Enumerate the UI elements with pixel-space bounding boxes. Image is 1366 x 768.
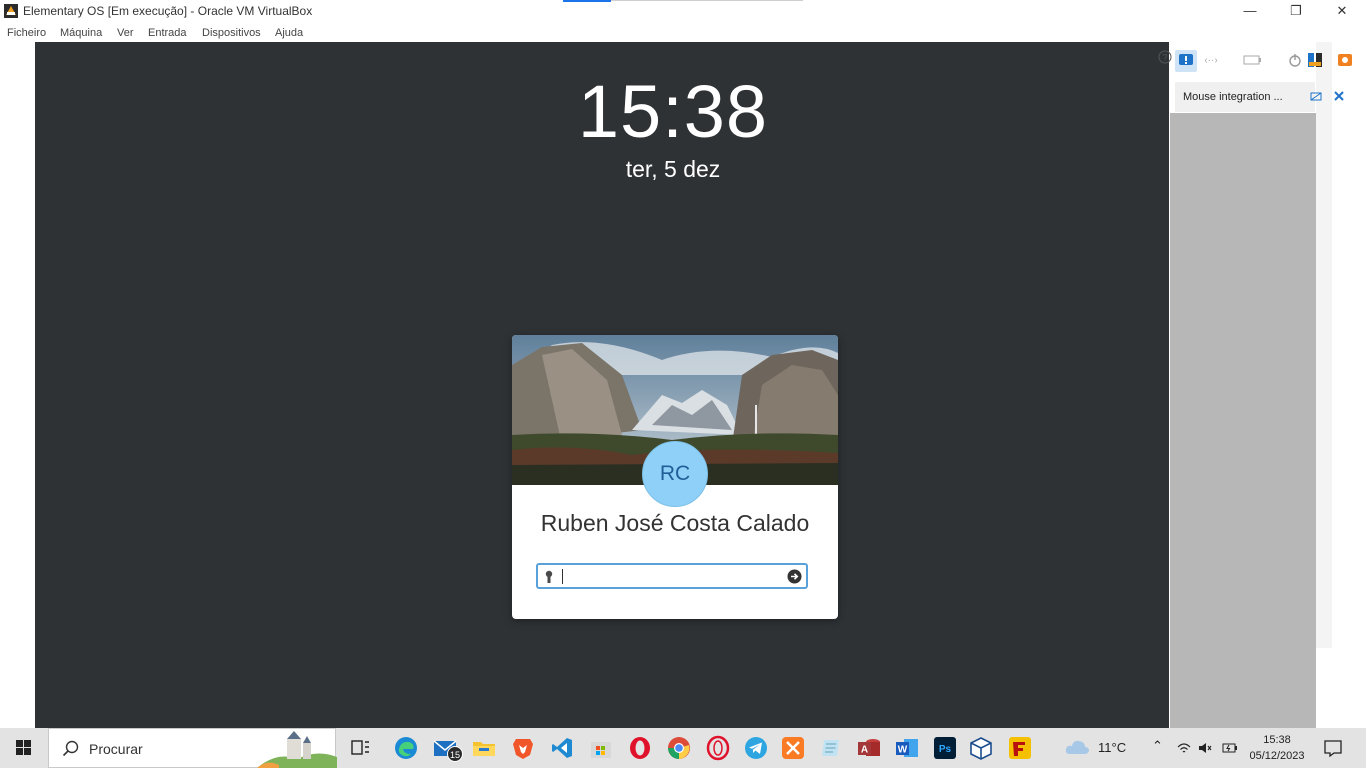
chrome-icon[interactable] [666, 735, 692, 761]
title-accent-bar [563, 0, 611, 2]
svg-text:A: A [861, 745, 868, 756]
svg-text:?: ? [1162, 53, 1167, 63]
wifi-icon[interactable] [1177, 741, 1191, 755]
edge-icon[interactable] [393, 735, 419, 761]
lock-date: ter, 5 dez [625, 156, 721, 182]
network-icon[interactable]: ‹··› [1201, 50, 1221, 70]
help-icon[interactable]: ? [1158, 50, 1172, 64]
maximize-button[interactable]: ❐ [1273, 0, 1319, 24]
microsoft-store-icon[interactable] [588, 735, 614, 761]
title-divider [611, 0, 803, 1]
notepad-icon[interactable] [818, 735, 844, 761]
filezilla-icon[interactable] [1007, 735, 1033, 761]
brave-icon[interactable] [510, 735, 536, 761]
telegram-icon[interactable] [743, 735, 769, 761]
menu-ajuda[interactable]: Ajuda [275, 27, 303, 39]
close-notification-icon[interactable] [1333, 90, 1345, 102]
window-title: Elementary OS [Em execução] - Oracle VM … [23, 4, 313, 18]
taskbar-clock[interactable]: 15:38 05/12/2023 [1242, 732, 1312, 764]
battery-icon[interactable] [1242, 50, 1262, 70]
toolbar-settings-icon[interactable] [1305, 50, 1325, 70]
weather-temperature[interactable]: 11°C [1098, 740, 1126, 755]
xampp-icon[interactable] [780, 735, 806, 761]
menu-maquina[interactable]: Máquina [60, 27, 102, 39]
windows-taskbar: Procurar 15 A W Ps 11°C ⌃ 15:38 05/12/20… [0, 728, 1366, 768]
taskbar-date: 05/12/2023 [1249, 750, 1305, 762]
menu-ver[interactable]: Ver [117, 27, 134, 39]
show-hidden-icons-chevron-icon[interactable]: ⌃ [1152, 738, 1163, 754]
minimize-button[interactable]: — [1227, 0, 1273, 24]
menu-dispositivos[interactable]: Dispositivos [202, 27, 261, 39]
window-titlebar[interactable]: Elementary OS [Em execução] - Oracle VM … [0, 0, 1366, 24]
menu-entrada[interactable]: Entrada [148, 27, 187, 39]
opera-icon[interactable] [627, 735, 653, 761]
windows-start-icon[interactable] [0, 728, 48, 768]
virtualbox-app-icon [4, 4, 18, 18]
mouse-integration-icon[interactable] [1310, 91, 1322, 103]
virtualbox-icon[interactable] [968, 735, 994, 761]
submit-arrow-icon[interactable] [787, 569, 802, 584]
photoshop-icon[interactable]: Ps [932, 735, 958, 761]
mouse-integration-label: Mouse integration ... [1183, 91, 1283, 103]
text-caret [562, 569, 563, 584]
vbox-tool-icon[interactable] [1335, 50, 1355, 70]
notification-center-icon[interactable] [1322, 737, 1344, 759]
menu-bar: Ficheiro Máquina Ver Entrada Dispositivo… [0, 24, 1366, 42]
screen: Elementary OS [Em execução] - Oracle VM … [0, 0, 1366, 768]
search-icon [62, 740, 79, 757]
access-icon[interactable]: A [856, 735, 882, 761]
svg-text:W: W [898, 745, 908, 756]
menu-ficheiro[interactable]: Ficheiro [7, 27, 46, 39]
svg-text:Ps: Ps [939, 744, 952, 755]
search-placeholder: Procurar [89, 741, 143, 757]
search-highlight-image [257, 731, 337, 768]
speaker-muted-icon[interactable] [1198, 741, 1212, 755]
power-icon[interactable] [1285, 50, 1305, 70]
mail-unread-badge: 15 [447, 746, 463, 762]
mouse-integration-row[interactable]: Mouse integration ... [1175, 82, 1344, 112]
lock-clock: 15:38 [577, 70, 769, 153]
file-explorer-icon[interactable] [471, 735, 497, 761]
user-name: Ruben José Costa Calado [540, 510, 810, 536]
vbox-panel-strip [1316, 42, 1332, 648]
svg-text:‹··›: ‹··› [1204, 55, 1217, 66]
battery-charging-icon[interactable] [1222, 741, 1238, 755]
taskbar-time: 15:38 [1263, 734, 1291, 746]
weather-cloud-icon[interactable] [1064, 737, 1090, 757]
login-card: RC Ruben José Costa Calado [512, 335, 838, 619]
taskbar-search[interactable]: Procurar [48, 728, 337, 768]
task-view-icon[interactable] [347, 735, 373, 761]
notification-center-icon[interactable] [1175, 50, 1197, 72]
vm-display[interactable]: 15:38 ter, 5 dez RC Ruben José Costa Cal… [35, 42, 1169, 728]
vbox-panel-body [1170, 113, 1316, 728]
password-lock-icon [545, 570, 553, 583]
opera-gx-icon[interactable] [705, 735, 731, 761]
vscode-icon[interactable] [549, 735, 575, 761]
user-avatar: RC [642, 441, 708, 507]
password-input[interactable] [536, 563, 808, 589]
word-icon[interactable]: W [894, 735, 920, 761]
close-button[interactable]: ✕ [1319, 0, 1365, 24]
